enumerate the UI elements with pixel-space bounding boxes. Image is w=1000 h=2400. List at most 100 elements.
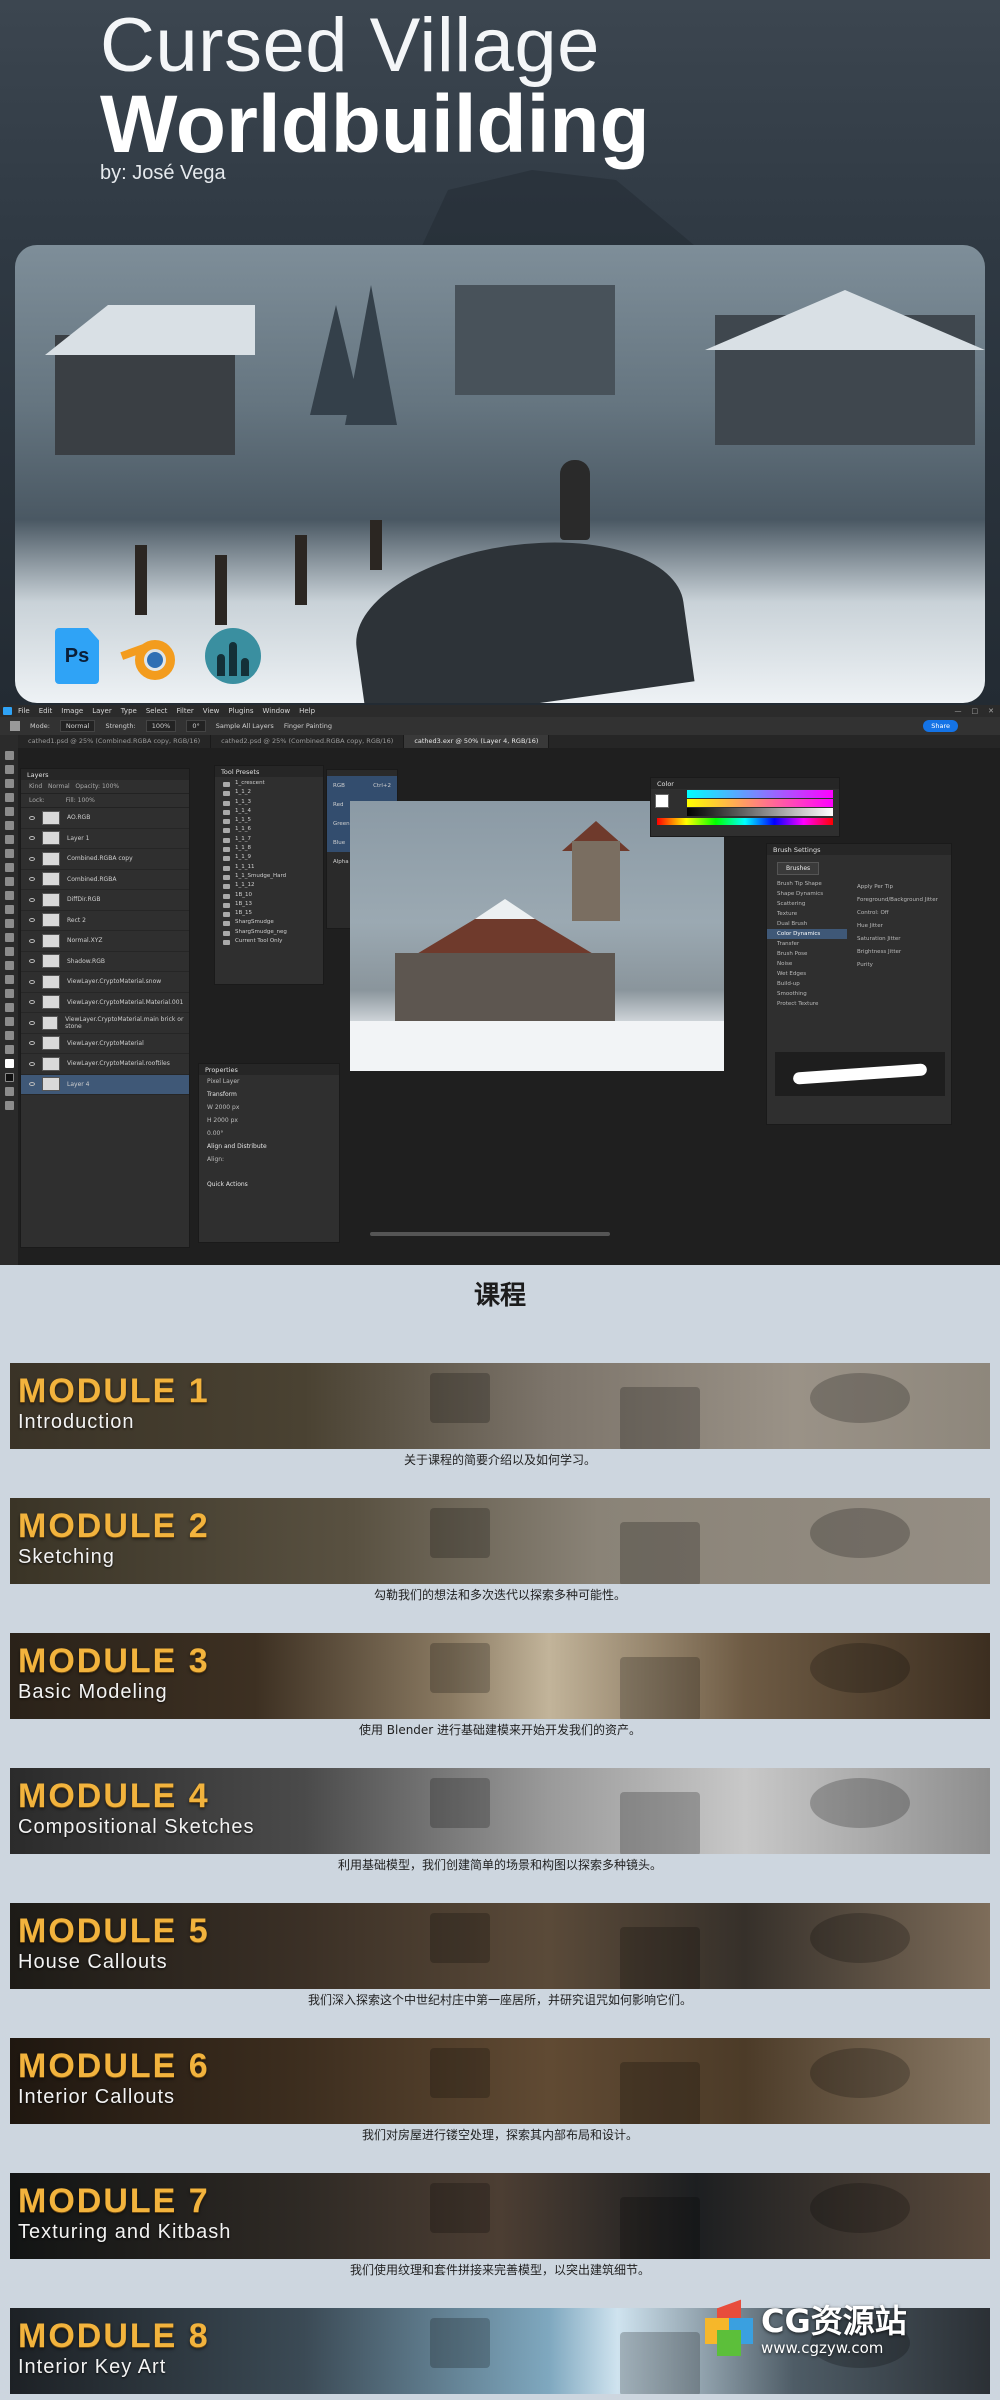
- blend-mode-select[interactable]: Normal: [48, 783, 70, 790]
- strength-input[interactable]: 100%: [145, 720, 177, 732]
- tool-preset-item[interactable]: 1_1_7: [215, 836, 323, 845]
- doc-tab[interactable]: cathed1.psd @ 25% (Combined.RGBA copy, R…: [18, 735, 212, 748]
- menu-type[interactable]: Type: [121, 707, 137, 715]
- layer-row[interactable]: AO.RGB: [21, 808, 189, 829]
- visibility-eye-icon[interactable]: [29, 897, 35, 902]
- visibility-eye-icon[interactable]: [29, 836, 35, 841]
- tool-preset-item[interactable]: 1_1_2: [215, 789, 323, 798]
- menu-edit[interactable]: Edit: [39, 707, 53, 715]
- foreground-color-swatch[interactable]: [4, 1059, 14, 1068]
- visibility-eye-icon[interactable]: [29, 938, 35, 943]
- opacity-input[interactable]: Opacity: 100%: [75, 783, 119, 790]
- tool-preset-item[interactable]: 1B_13: [215, 901, 323, 910]
- fill-input[interactable]: Fill: 100%: [66, 797, 95, 804]
- minimize-button[interactable]: —: [955, 707, 962, 715]
- tool-preset-item[interactable]: ShargSmudge_neg: [215, 929, 323, 938]
- menu-image[interactable]: Image: [61, 707, 83, 715]
- layer-row[interactable]: ViewLayer.CryptoMaterial: [21, 1034, 189, 1054]
- layer-row[interactable]: Combined.RGBA: [21, 870, 189, 890]
- menu-layer[interactable]: Layer: [92, 707, 112, 715]
- brush-setting-item[interactable]: Brush Pose: [767, 949, 847, 959]
- layer-row[interactable]: Normal.XYZ: [21, 931, 189, 952]
- layer-row[interactable]: Layer 1: [21, 829, 189, 849]
- mode-select[interactable]: Normal: [59, 720, 96, 732]
- share-button[interactable]: Share: [923, 720, 958, 732]
- document-canvas[interactable]: [350, 801, 724, 1071]
- visibility-eye-icon[interactable]: [29, 1000, 35, 1005]
- brush-setting-item[interactable]: Protect Texture: [767, 999, 847, 1009]
- close-button[interactable]: ✕: [988, 707, 994, 715]
- tool-preset-item[interactable]: 1_1_9: [215, 854, 323, 863]
- menu-plugins[interactable]: Plugins: [228, 707, 253, 715]
- dodge-tool-icon[interactable]: [4, 947, 14, 956]
- tool-preset-item[interactable]: 1_1_8: [215, 845, 323, 854]
- menu-file[interactable]: File: [18, 707, 30, 715]
- path-selection-tool-icon[interactable]: [4, 989, 14, 998]
- brush-setting-item[interactable]: Shape Dynamics: [767, 889, 847, 899]
- color-spectrum[interactable]: [657, 818, 833, 825]
- color-slider-3[interactable]: [687, 808, 833, 816]
- brush-tool-icon[interactable]: [4, 863, 14, 872]
- visibility-eye-icon[interactable]: [29, 1020, 35, 1025]
- crop-tool-icon[interactable]: [4, 807, 14, 816]
- layer-row[interactable]: ViewLayer.CryptoMaterial.main brick or s…: [21, 1013, 189, 1034]
- visibility-eye-icon[interactable]: [29, 1082, 35, 1087]
- brush-option-label[interactable]: Purity: [847, 957, 951, 970]
- tool-preset-item[interactable]: 1_1_Smudge_Hard: [215, 873, 323, 882]
- tool-preset-item[interactable]: 1_1_6: [215, 826, 323, 835]
- brush-option-label[interactable]: Saturation Jitter: [847, 931, 951, 944]
- horizontal-scrollbar[interactable]: [370, 1232, 610, 1236]
- tool-preset-item[interactable]: 1B_10: [215, 892, 323, 901]
- type-tool-icon[interactable]: [4, 975, 14, 984]
- brush-setting-item[interactable]: Brush Tip Shape: [767, 879, 847, 889]
- visibility-eye-icon[interactable]: [29, 959, 35, 964]
- brushes-button[interactable]: Brushes: [777, 862, 820, 875]
- smudge-tool-icon[interactable]: [4, 933, 14, 942]
- lasso-tool-icon[interactable]: [4, 779, 14, 788]
- quick-mask-icon[interactable]: [4, 1087, 14, 1096]
- layer-row[interactable]: Rect 2: [21, 911, 189, 931]
- magic-wand-tool-icon[interactable]: [4, 793, 14, 802]
- tool-preset-item[interactable]: ShargSmudge: [215, 919, 323, 928]
- tool-preset-item[interactable]: 1_1_5: [215, 817, 323, 826]
- brush-setting-item[interactable]: Noise: [767, 959, 847, 969]
- gradient-tool-icon[interactable]: [4, 919, 14, 928]
- eraser-tool-icon[interactable]: [4, 905, 14, 914]
- brush-setting-item[interactable]: Transfer: [767, 939, 847, 949]
- brush-setting-item[interactable]: Dual Brush: [767, 919, 847, 929]
- layer-row[interactable]: Combined.RGBA copy: [21, 849, 189, 870]
- tool-preset-item[interactable]: 1_1_4: [215, 808, 323, 817]
- brush-setting-item[interactable]: Wet Edges: [767, 969, 847, 979]
- screen-mode-icon[interactable]: [4, 1101, 14, 1110]
- brush-setting-item[interactable]: Color Dynamics: [767, 929, 847, 939]
- tool-preset-item[interactable]: 1_crescent: [215, 780, 323, 789]
- menu-view[interactable]: View: [203, 707, 220, 715]
- channel-row[interactable]: RGB Ctrl+2: [327, 776, 397, 795]
- brush-option-label[interactable]: Hue Jitter: [847, 918, 951, 931]
- brush-setting-item[interactable]: Build-up: [767, 979, 847, 989]
- frame-tool-icon[interactable]: [4, 821, 14, 830]
- maximize-button[interactable]: □: [972, 707, 979, 715]
- visibility-eye-icon[interactable]: [29, 918, 35, 923]
- layer-row[interactable]: Shadow.RGB: [21, 952, 189, 972]
- layer-row[interactable]: ViewLayer.CryptoMaterial.snow: [21, 972, 189, 993]
- history-brush-tool-icon[interactable]: [4, 891, 14, 900]
- layer-filter-select[interactable]: Kind: [29, 783, 42, 790]
- angle-input[interactable]: 0°: [186, 720, 206, 732]
- visibility-eye-icon[interactable]: [29, 979, 35, 984]
- zoom-tool-icon[interactable]: [4, 1031, 14, 1040]
- height-input[interactable]: H 2000 px: [199, 1114, 339, 1127]
- stamp-tool-icon[interactable]: [4, 877, 14, 886]
- visibility-eye-icon[interactable]: [29, 1061, 35, 1066]
- tool-preset-item[interactable]: 1_1_11: [215, 864, 323, 873]
- marquee-tool-icon[interactable]: [4, 765, 14, 774]
- eyedropper-tool-icon[interactable]: [4, 835, 14, 844]
- doc-tab-active[interactable]: cathed3.exr @ 50% (Layer 4, RGB/16): [404, 735, 550, 748]
- pen-tool-icon[interactable]: [4, 961, 14, 970]
- brush-setting-item[interactable]: Texture: [767, 909, 847, 919]
- current-color-swatch[interactable]: [655, 794, 669, 808]
- visibility-eye-icon[interactable]: [29, 877, 35, 882]
- layer-row[interactable]: Layer 4: [21, 1074, 189, 1095]
- color-slider-1[interactable]: [687, 790, 833, 798]
- hand-tool-icon[interactable]: [4, 1017, 14, 1026]
